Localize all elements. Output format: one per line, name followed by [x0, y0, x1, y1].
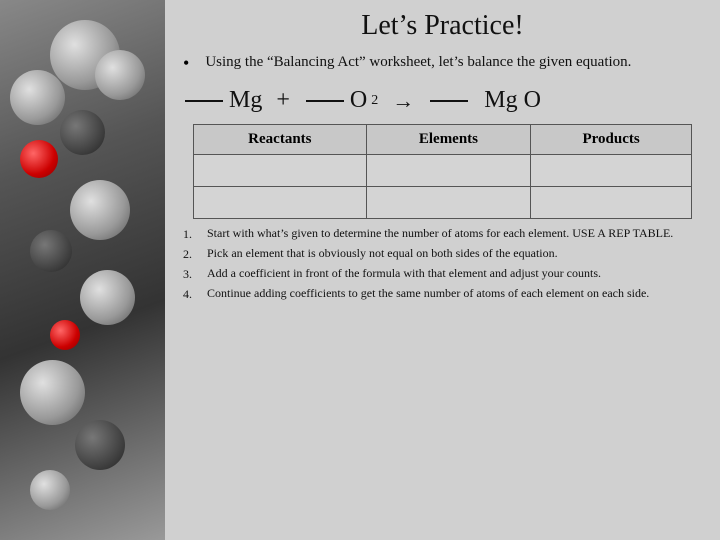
col-header-elements: Elements — [366, 125, 531, 155]
molecule-image — [0, 0, 165, 540]
blank1 — [185, 100, 223, 102]
cell-r1c3 — [531, 155, 692, 187]
step-2: 2. Pick an element that is obviously not… — [183, 245, 702, 263]
bullet-icon: • — [183, 52, 189, 75]
step-1-num: 1. — [183, 225, 199, 243]
step-1: 1. Start with what’s given to determine … — [183, 225, 702, 243]
steps-list: 1. Start with what’s given to determine … — [183, 225, 702, 305]
step-2-num: 2. — [183, 245, 199, 263]
step-3-num: 3. — [183, 265, 199, 283]
cell-r2c3 — [531, 187, 692, 219]
blank3 — [430, 100, 468, 102]
main-content: Let’s Practice! • Using the “Balancing A… — [165, 0, 720, 540]
step-4: 4. Continue adding coefficients to get t… — [183, 285, 702, 303]
step-1-text: Start with what’s given to determine the… — [207, 225, 673, 243]
bullet-text: Using the “Balancing Act” worksheet, let… — [205, 52, 631, 73]
step-2-text: Pick an element that is obviously not eq… — [207, 245, 558, 263]
element-mgo: Mg O — [484, 87, 541, 114]
rep-table-container: Reactants Elements Products — [193, 124, 692, 219]
step-3: 3. Add a coefficient in front of the for… — [183, 265, 702, 283]
cell-r2c1 — [194, 187, 367, 219]
table-row — [194, 155, 692, 187]
bullet-point: • Using the “Balancing Act” worksheet, l… — [183, 52, 702, 75]
subscript-2: 2 — [371, 93, 378, 109]
step-4-num: 4. — [183, 285, 199, 303]
cell-r1c2 — [366, 155, 531, 187]
col-header-products: Products — [531, 125, 692, 155]
step-4-text: Continue adding coefficients to get the … — [207, 285, 649, 303]
blank2 — [306, 100, 344, 102]
cell-r1c1 — [194, 155, 367, 187]
page-title: Let’s Practice! — [183, 10, 702, 42]
arrow-symbol: → — [392, 88, 414, 114]
plus-sign: + — [276, 87, 290, 114]
element-o: O — [350, 87, 367, 114]
rep-table: Reactants Elements Products — [193, 124, 692, 219]
element-mg: Mg — [229, 87, 262, 114]
equation-row: Mg + O2 → Mg O — [183, 87, 702, 114]
cell-r2c2 — [366, 187, 531, 219]
col-header-reactants: Reactants — [194, 125, 367, 155]
table-row — [194, 187, 692, 219]
step-3-text: Add a coefficient in front of the formul… — [207, 265, 601, 283]
